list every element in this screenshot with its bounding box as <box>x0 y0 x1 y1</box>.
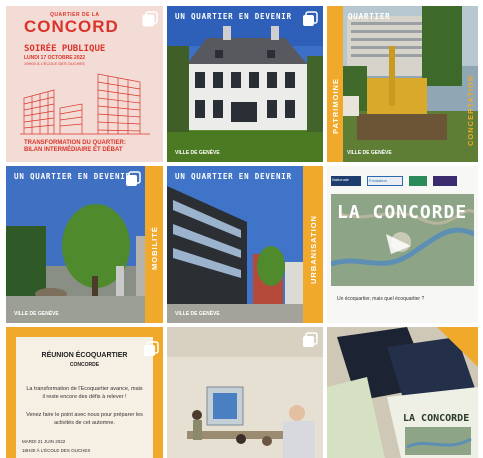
villa-photo <box>167 6 323 162</box>
multiple-images-icon <box>144 341 159 356</box>
ville-de-geneve-logo: VILLE DE GENÈVE <box>175 311 220 317</box>
construction-photo <box>327 6 478 162</box>
poster-paragraph-2: Venez faire le point avec nous pour prép… <box>26 412 143 426</box>
post-tile-la-concorde-map[interactable]: Nationale Fondation LA CONCORDE Un écoqu… <box>327 166 478 323</box>
post-header: UN QUARTIER EN DEVENIR <box>175 172 292 181</box>
partner-logos: Nationale Fondation <box>331 174 474 188</box>
meeting-photo <box>167 327 323 458</box>
multiple-images-icon <box>142 11 158 27</box>
post-header: UN QUARTIER EN DEVENIR <box>14 172 131 181</box>
poster-headline-2: BILAN INTERMÉDIAIRE ET DÉBAT <box>24 147 123 153</box>
post-tile-chantier[interactable]: UN QUARTIER PATRIMOINE CONCERTATION VILL… <box>327 6 478 162</box>
poster-event: SOIRÉE PUBLIQUE <box>24 44 106 54</box>
post-tile-urbanisation[interactable]: UN QUARTIER EN DEVENIR URBANISATION VILL… <box>167 166 323 323</box>
category-label: PATRIMOINE <box>331 78 340 134</box>
multiple-images-icon <box>303 332 318 347</box>
partner-logo <box>433 176 457 186</box>
street-photo <box>6 166 163 323</box>
partner-logo: Nationale <box>331 176 361 186</box>
partner-logo <box>409 176 427 186</box>
ville-de-geneve-logo: VILLE DE GENÈVE <box>347 150 392 156</box>
ville-de-geneve-logo: VILLE DE GENÈVE <box>175 150 220 156</box>
poster-title: CONCORD <box>24 17 119 36</box>
building-photo <box>167 166 323 323</box>
flyer-title: LA CONCORDE <box>403 413 470 424</box>
post-tile-villa[interactable]: UN QUARTIER EN DEVENIR VILLE DE GENÈVE <box>167 6 323 162</box>
map-title: LA CONCORDE <box>337 202 468 223</box>
poster-headline-1: TRANSFORMATION DU QUARTIER: <box>24 140 126 146</box>
category-label: URBANISATION <box>309 215 318 284</box>
poster-paragraph-1: La transformation de l'Ecoquartier avanc… <box>26 386 143 400</box>
ville-de-geneve-logo: VILLE DE GENÈVE <box>14 311 59 317</box>
category-stripe: PATRIMOINE <box>327 6 343 162</box>
building-line-drawing <box>20 73 150 135</box>
multiple-images-icon <box>126 171 141 186</box>
post-tile-meeting[interactable] <box>167 327 323 458</box>
poster-date: MARDI 21 JUIN 2022 <box>22 439 66 444</box>
map-caption: Un écoquartier, mais quel écoquartier ? <box>337 296 425 302</box>
poster-subtitle: CONCORDE <box>69 362 100 368</box>
multiple-images-icon <box>303 11 318 26</box>
category-label: MOBILITÉ <box>150 226 159 270</box>
category-stripe: MOBILITÉ <box>145 166 163 323</box>
post-tile-reunion-ecoquartier[interactable]: RÉUNION ÉCOQUARTIER CONCORDE La transfor… <box>6 327 163 458</box>
post-tile-soiree-publique[interactable]: QUARTIER DE LA CONCORD SOIRÉE PUBLIQUE L… <box>6 6 163 162</box>
category-label-2: CONCERTATION <box>466 74 475 146</box>
post-tile-mobilite[interactable]: UN QUARTIER EN DEVENIR MOBILITÉ VILLE DE… <box>6 166 163 323</box>
poster-time: 18H30 À L'ÉCOLE DES OUCHES <box>22 448 91 453</box>
poster-place: 19H00 À L'ÉCOLE DES OUCHES <box>24 61 85 66</box>
post-grid: QUARTIER DE LA CONCORD SOIRÉE PUBLIQUE L… <box>6 6 478 458</box>
category-stripe: URBANISATION <box>303 166 323 323</box>
poster-title: RÉUNION ÉCOQUARTIER <box>41 352 128 359</box>
partner-logo: Fondation <box>367 176 403 186</box>
flyers-photo <box>327 327 478 458</box>
post-tile-flyers[interactable]: LA CONCORDE <box>327 327 478 458</box>
post-header: UN QUARTIER EN DEVENIR <box>175 12 292 21</box>
